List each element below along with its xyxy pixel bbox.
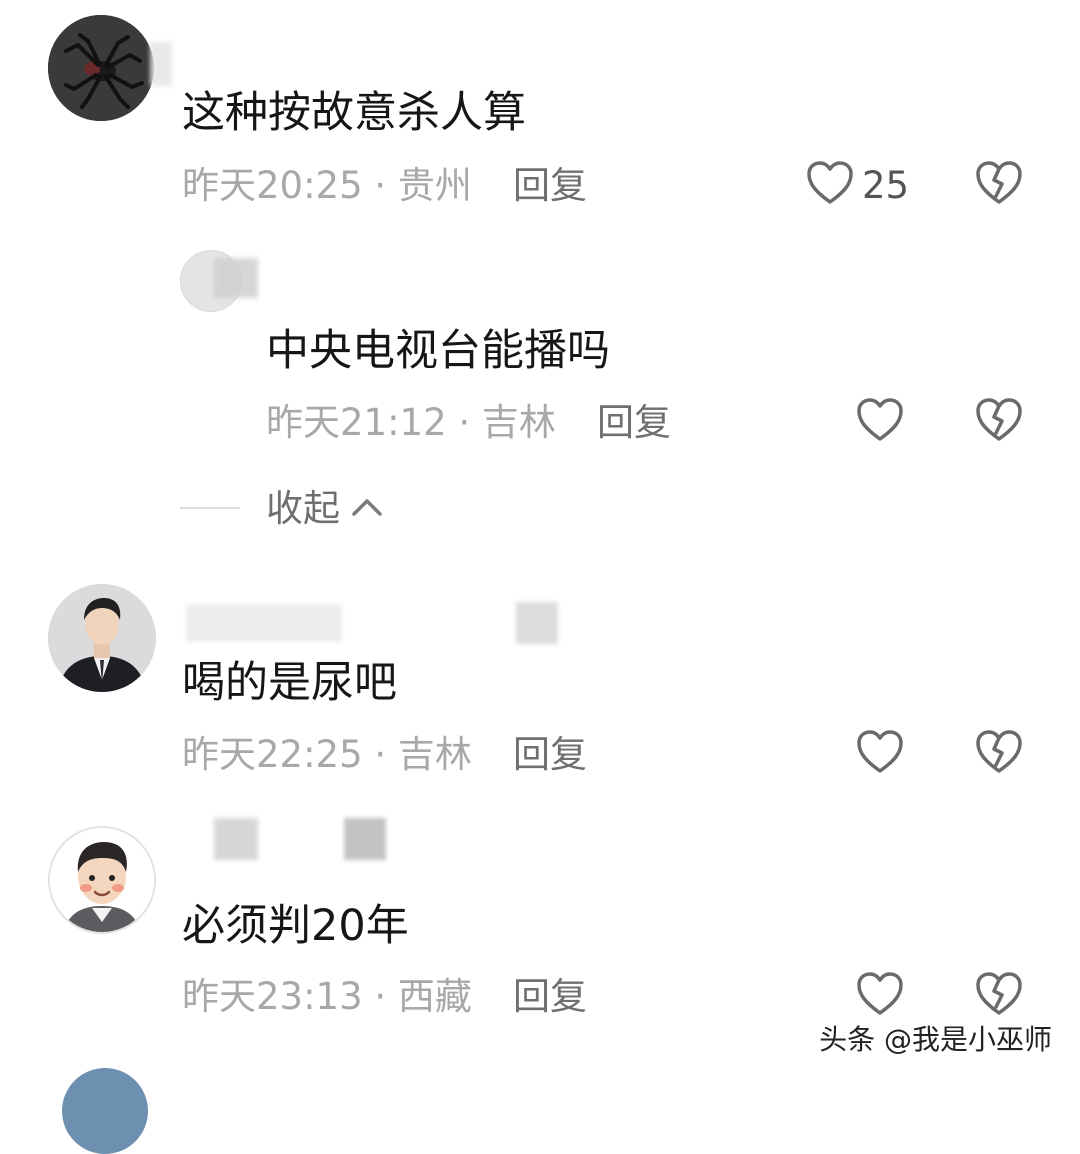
broken-heart-icon[interactable] [975, 397, 1023, 443]
avatar[interactable] [62, 1068, 148, 1154]
avatar[interactable] [48, 826, 156, 934]
heart-icon[interactable] [856, 971, 904, 1017]
cartoon-man-avatar-icon [50, 828, 154, 932]
watermark: 头条 @我是小巫师 [819, 1023, 1052, 1056]
comment-text: 必须判20年 [182, 901, 409, 951]
broken-heart-icon[interactable] [975, 971, 1023, 1017]
collapse-divider [180, 507, 240, 509]
avatar[interactable] [48, 584, 156, 692]
username-blurred[interactable] [150, 42, 172, 86]
spider-avatar-icon [48, 15, 154, 121]
username-badge-blurred [516, 602, 558, 644]
comment-time-location: 昨天23:13 · 西藏 [182, 975, 472, 1018]
broken-heart-icon[interactable] [975, 160, 1023, 206]
username-badge-blurred [344, 818, 386, 860]
reply-button[interactable]: 回复 [513, 978, 587, 1015]
man-in-suit-avatar-icon [48, 584, 156, 692]
username-blurred[interactable] [186, 604, 342, 642]
avatar[interactable] [48, 15, 154, 121]
username-blurred[interactable] [214, 258, 258, 298]
broken-heart-icon[interactable] [975, 729, 1023, 775]
like-count: 25 [862, 164, 910, 207]
username-blurred[interactable] [214, 818, 258, 860]
comment-time-location: 昨天22:25 · 吉林 [182, 733, 472, 776]
reply-button[interactable]: 回复 [513, 736, 587, 773]
reply-button[interactable]: 回复 [597, 404, 671, 441]
reply-button[interactable]: 回复 [513, 167, 587, 204]
comment-text: 中央电视台能播吗 [266, 326, 610, 376]
chevron-up-icon[interactable] [350, 494, 384, 520]
comment-text: 喝的是尿吧 [182, 658, 397, 708]
comment-text: 这种按故意杀人算 [182, 88, 526, 138]
collapse-replies-button[interactable]: 收起 [266, 490, 340, 527]
comment-time-location: 昨天21:12 · 吉林 [266, 401, 556, 444]
heart-icon[interactable] [856, 729, 904, 775]
comment-time-location: 昨天20:25 · 贵州 [182, 164, 472, 207]
heart-icon[interactable] [806, 160, 854, 206]
heart-icon[interactable] [856, 397, 904, 443]
